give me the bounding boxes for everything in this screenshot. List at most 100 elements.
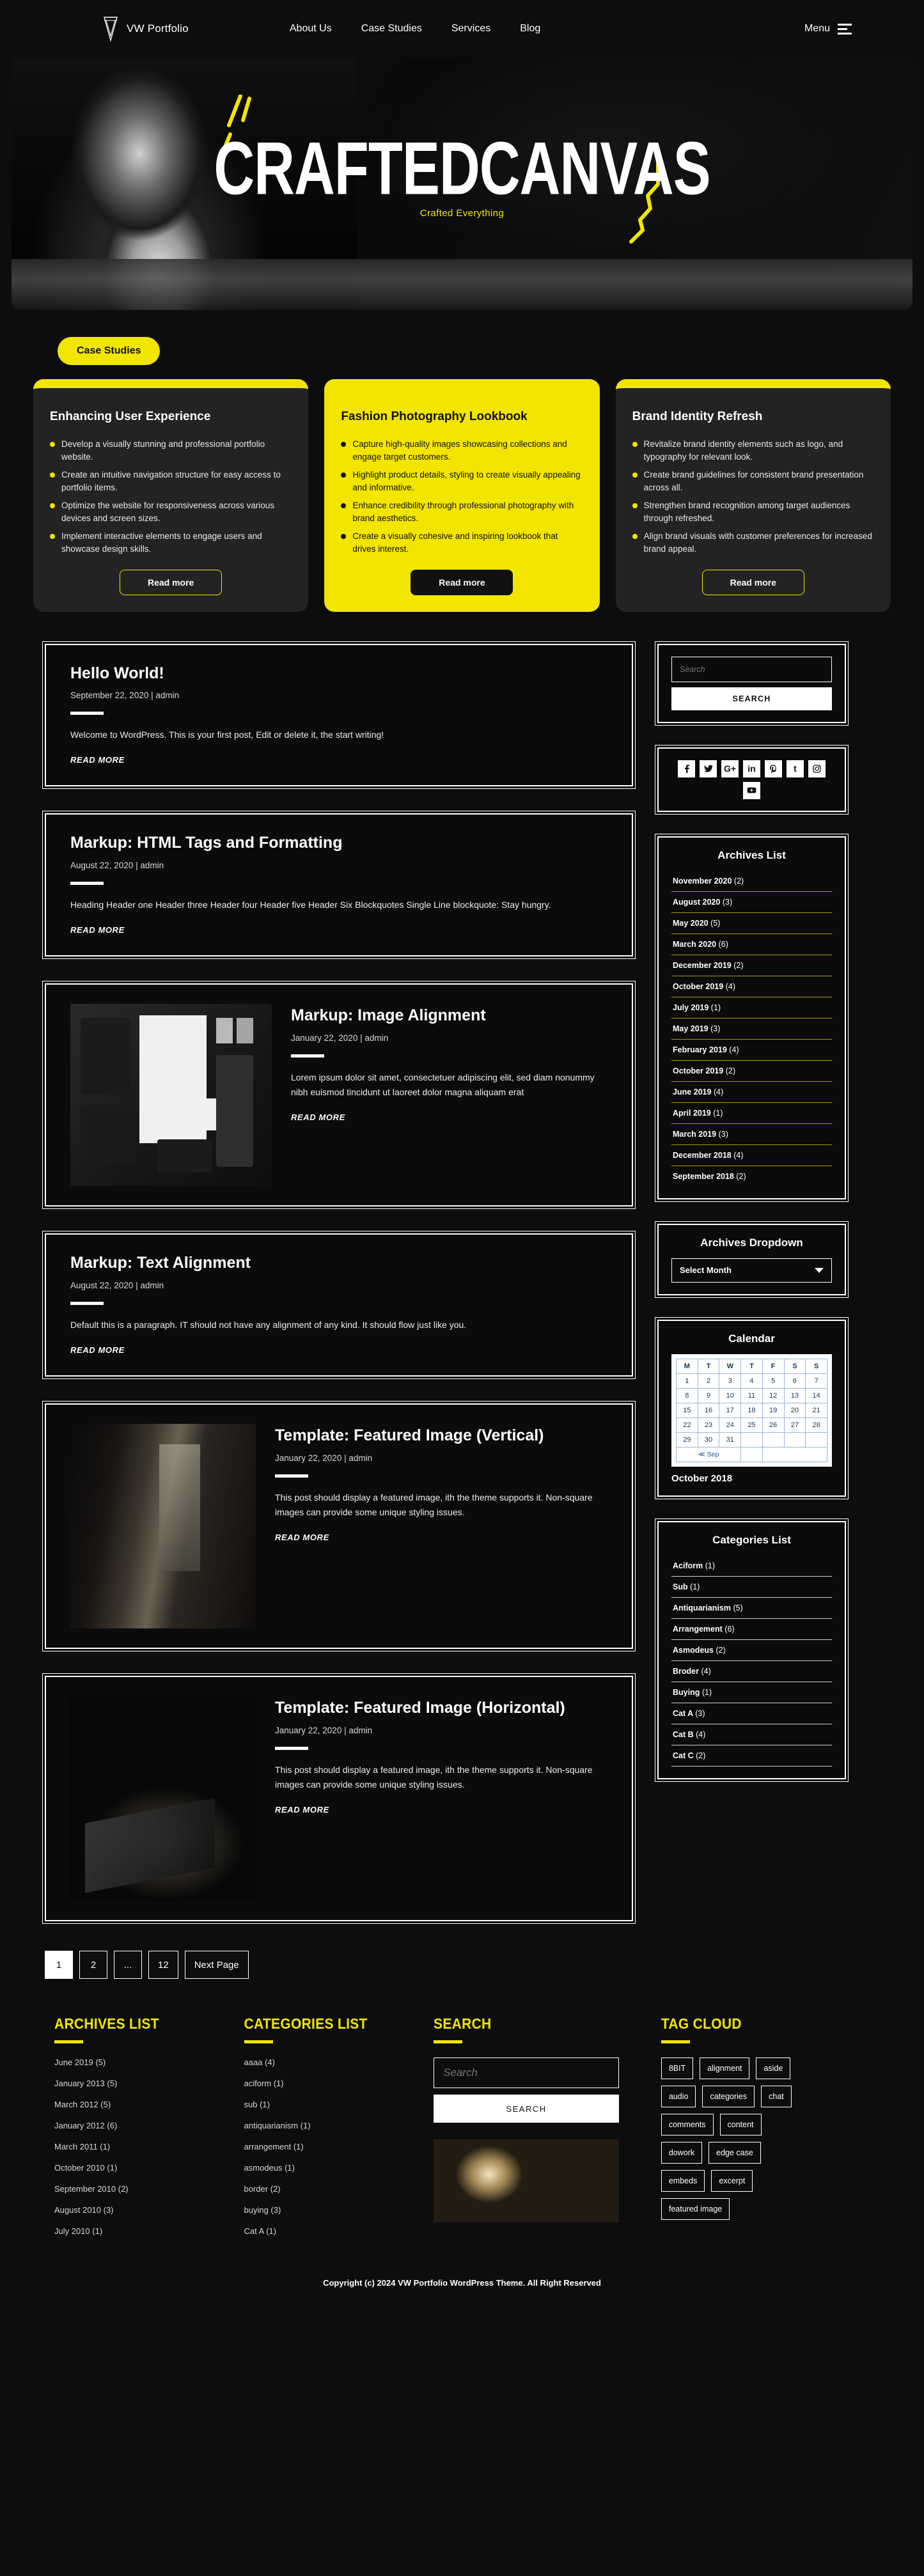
read-more-link[interactable]: READ MORE [70,925,125,935]
nav-item-services[interactable]: Services [451,23,490,35]
calendar-day[interactable]: 2 [697,1373,720,1389]
youtube-icon[interactable] [743,781,760,799]
twitter-icon[interactable] [700,760,717,777]
page-button-2[interactable]: 2 [79,1951,107,1979]
read-more-link[interactable]: READ MORE [70,1345,125,1355]
post-title[interactable]: Markup: Text Alignment [70,1254,607,1272]
list-item[interactable]: May 2019 (3) [671,1019,832,1040]
calendar-day[interactable]: 25 [740,1417,763,1433]
nav-item-about-us[interactable]: About Us [290,23,332,35]
calendar-day[interactable]: 17 [719,1402,742,1418]
calendar-day[interactable]: 4 [740,1373,763,1389]
post-thumbnail-stationery-image[interactable] [70,1004,272,1187]
tag-chip[interactable]: featured image [661,2198,730,2221]
page-button-12[interactable]: 12 [148,1951,178,1979]
tag-chip[interactable]: aside [756,2057,791,2080]
read-more-link[interactable]: READ MORE [70,755,125,765]
list-item[interactable]: October 2019 (4) [671,976,832,997]
list-item[interactable]: Broder (4) [671,1661,832,1682]
list-item[interactable]: Arrangement (6) [671,1619,832,1640]
search-button[interactable]: SEARCH [671,687,832,710]
calendar-day[interactable]: 6 [783,1373,806,1389]
calendar-prev-month-link[interactable]: ≪ Sep [675,1446,742,1462]
tag-chip[interactable]: embeds [661,2170,705,2192]
tag-chip[interactable]: dowork [661,2142,703,2164]
list-item[interactable]: aaaa (4) [244,2057,434,2067]
list-item[interactable]: Cat A (3) [671,1703,832,1724]
tag-chip[interactable]: categories [702,2086,755,2108]
hamburger-menu-icon[interactable] [838,23,852,35]
post-title[interactable]: Template: Featured Image (Vertical) [275,1426,607,1445]
calendar-day[interactable]: 10 [719,1387,742,1403]
linkedin-icon[interactable]: in [743,760,760,777]
list-item[interactable]: Antiquarianism (5) [671,1598,832,1619]
list-item[interactable]: Asmodeus (2) [671,1640,832,1661]
list-item[interactable]: asmodeus (1) [244,2163,434,2173]
footer-search-button[interactable]: SEARCH [434,2095,620,2123]
list-item[interactable]: August 2010 (3) [54,2205,244,2215]
calendar-day[interactable]: 24 [719,1417,742,1433]
tag-chip[interactable]: alignment [700,2057,750,2080]
post-thumbnail-woman-at-window-image[interactable] [70,1424,256,1629]
calendar-day[interactable]: 13 [783,1387,806,1403]
list-item[interactable]: June 2019 (5) [54,2057,244,2067]
list-item[interactable]: March 2019 (3) [671,1124,832,1145]
calendar-day[interactable]: 28 [805,1417,827,1433]
post-title[interactable]: Markup: Image Alignment [291,1006,607,1025]
read-more-link[interactable]: READ MORE [275,1533,329,1542]
tumblr-icon[interactable]: t [787,760,804,777]
calendar-day[interactable]: 21 [805,1402,827,1418]
list-item[interactable]: December 2018 (4) [671,1145,832,1166]
nav-item-case-studies[interactable]: Case Studies [361,23,422,35]
list-item[interactable]: Cat B (4) [671,1724,832,1745]
archives-month-select[interactable]: Select Month [671,1258,832,1283]
calendar-day[interactable]: 20 [783,1402,806,1418]
list-item[interactable]: border (2) [244,2184,434,2194]
post-title[interactable]: Hello World! [70,664,607,683]
brand-logo-link[interactable]: VW Portfolio [102,15,189,42]
list-item[interactable]: October 2010 (1) [54,2163,244,2173]
read-more-button[interactable]: Read more [120,569,223,595]
calendar-day[interactable]: 23 [697,1417,720,1433]
list-item[interactable]: antiquarianism (1) [244,2121,434,2130]
tag-chip[interactable]: excerpt [711,2170,753,2192]
list-item[interactable]: May 2020 (5) [671,913,832,934]
case-studies-badge[interactable]: Case Studies [58,337,161,365]
post-thumbnail-hands-on-laptop-image[interactable] [70,1696,256,1901]
calendar-day[interactable]: 12 [762,1387,785,1403]
read-more-button[interactable]: Read more [411,569,513,595]
tag-chip[interactable]: audio [661,2086,696,2108]
list-item[interactable]: Sub (1) [671,1577,832,1598]
list-item[interactable]: January 2013 (5) [54,2079,244,2088]
search-input[interactable] [671,656,832,682]
calendar-day[interactable]: 8 [676,1387,698,1403]
tag-chip[interactable]: comments [661,2114,714,2136]
calendar-day[interactable]: 3 [719,1373,742,1389]
instagram-icon[interactable] [808,760,826,777]
facebook-icon[interactable] [678,760,695,777]
calendar-day[interactable]: 14 [805,1387,827,1403]
calendar-day[interactable]: 11 [740,1387,763,1403]
calendar-day[interactable]: 30 [697,1432,720,1448]
list-item[interactable]: January 2012 (6) [54,2121,244,2130]
list-item[interactable]: Buying (1) [671,1682,832,1703]
calendar-day[interactable]: 5 [762,1373,785,1389]
footer-search-input[interactable] [434,2057,620,2089]
calendar-day[interactable]: 9 [697,1387,720,1403]
list-item[interactable]: aciform (1) [244,2079,434,2088]
calendar-day[interactable]: 31 [719,1432,742,1448]
list-item[interactable]: July 2010 (1) [54,2226,244,2236]
calendar-day[interactable]: 16 [697,1402,720,1418]
post-title[interactable]: Markup: HTML Tags and Formatting [70,834,607,852]
list-item[interactable]: December 2019 (2) [671,955,832,976]
tag-chip[interactable]: content [719,2114,762,2136]
read-more-button[interactable]: Read more [701,569,804,595]
menu-toggle[interactable]: Menu [804,23,852,35]
read-more-link[interactable]: READ MORE [275,1805,329,1815]
list-item[interactable]: October 2019 (2) [671,1061,832,1082]
calendar-day[interactable]: 1 [676,1373,698,1389]
list-item[interactable]: September 2010 (2) [54,2184,244,2194]
tag-chip[interactable]: 8BIT [661,2057,694,2080]
list-item[interactable]: March 2012 (5) [54,2100,244,2109]
calendar-day[interactable]: 26 [762,1417,785,1433]
